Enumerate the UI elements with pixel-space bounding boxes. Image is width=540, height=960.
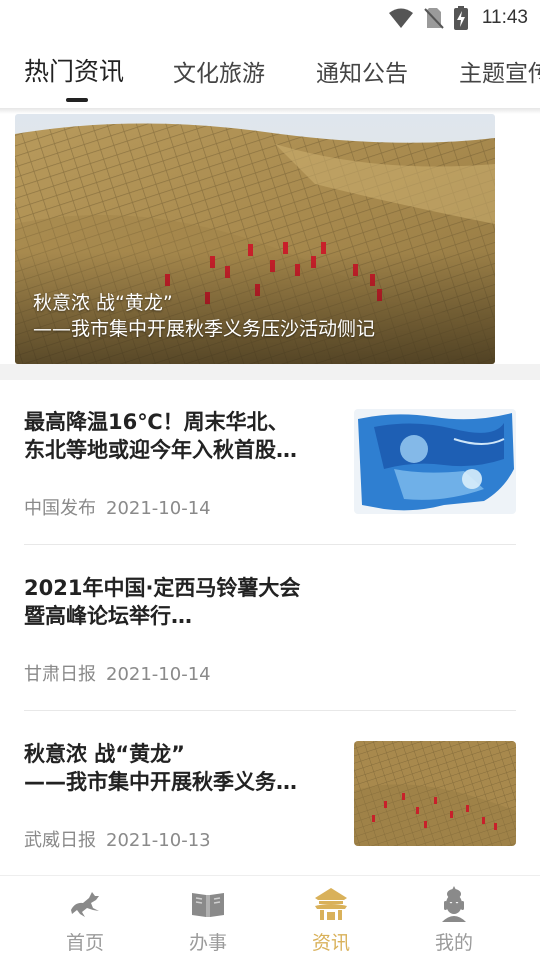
news-thumbnail [354,409,516,514]
news-source: 甘肃日报 [24,664,96,685]
news-title: 2021年中国·定西马铃薯大会 暨高峰论坛举行… [24,574,334,630]
news-title: 秋意浓 战“黄龙” ——我市集中开展秋季义务… [24,740,334,796]
nav-services[interactable]: 办事 [158,884,258,955]
news-meta: 中国发布 2021-10-14 [24,494,211,520]
banner-caption-line1: 秋意浓 战“黄龙” [33,292,173,314]
banner-caption-line2: ——我市集中开展秋季义务压沙活动侧记 [33,318,376,340]
news-title-line1: 秋意浓 战“黄龙” [24,742,185,766]
tab-notices[interactable]: 通知公告 [316,54,408,88]
nav-profile[interactable]: 我的 [404,884,504,955]
news-date: 2021-10-14 [106,664,211,685]
wifi-icon [388,8,413,28]
news-item[interactable]: 最高降温16℃！周末华北、 东北等地或迎今年入秋首股… 中国发布 2021-10-… [24,408,516,520]
tab-theme-publicity[interactable]: 主题宣传 [459,54,540,88]
status-bar: 11:43 [0,0,540,36]
divider [24,710,516,711]
battery-charging-icon [453,6,468,30]
news-item[interactable]: 2021年中国·定西马铃薯大会 暨高峰论坛举行… 甘肃日报 2021-10-14 [24,574,516,686]
news-title-line2: ——我市集中开展秋季义务… [24,770,297,794]
news-date: 2021-10-14 [106,498,211,519]
clock: 11:43 [481,7,528,28]
weather-map-image [354,409,516,514]
pavilion-icon [315,888,347,920]
book-icon [192,893,224,917]
news-title-line2: 暨高峰论坛举行… [24,604,192,628]
nav-news[interactable]: 资讯 [281,884,381,955]
news-title-line1: 2021年中国·定西马铃薯大会 [24,576,301,600]
tab-culture-tourism[interactable]: 文化旅游 [173,54,265,88]
category-tabs: 热门资讯 文化旅游 通知公告 主题宣传 [0,36,540,108]
bottom-navigation: 首页 办事 资讯 我的 [0,875,540,960]
banner-caption: 秋意浓 战“黄龙” ——我市集中开展秋季义务压沙活动侧记 [33,290,375,342]
news-thumbnail [354,741,516,846]
nav-news-label: 资讯 [311,932,350,954]
nav-profile-label: 我的 [434,932,473,954]
divider [24,544,516,545]
news-meta: 甘肃日报 2021-10-14 [24,660,211,686]
horse-icon [71,892,99,917]
news-title-line2: 东北等地或迎今年入秋首股… [24,438,297,462]
nav-home[interactable]: 首页 [35,884,135,955]
desert-image [354,741,516,846]
nav-services-label: 办事 [188,932,227,954]
buddha-icon [442,886,466,922]
news-item[interactable]: 秋意浓 战“黄龙” ——我市集中开展秋季义务… 武威日报 2021-10-13 [24,740,516,852]
news-date: 2021-10-13 [106,830,211,851]
active-tab-indicator [66,98,88,102]
news-meta: 武威日报 2021-10-13 [24,826,211,852]
news-source: 武威日报 [24,830,96,851]
nav-home-label: 首页 [65,932,104,954]
news-title: 最高降温16℃！周末华北、 东北等地或迎今年入秋首股… [24,408,334,464]
news-source: 中国发布 [24,498,96,519]
featured-banner[interactable]: 秋意浓 战“黄龙” ——我市集中开展秋季义务压沙活动侧记 [15,114,495,364]
tab-hot-news[interactable]: 热门资讯 [24,52,124,88]
section-gap [0,364,540,380]
no-sim-icon [424,8,444,29]
news-title-line1: 最高降温16℃！周末华北、 [24,410,289,434]
